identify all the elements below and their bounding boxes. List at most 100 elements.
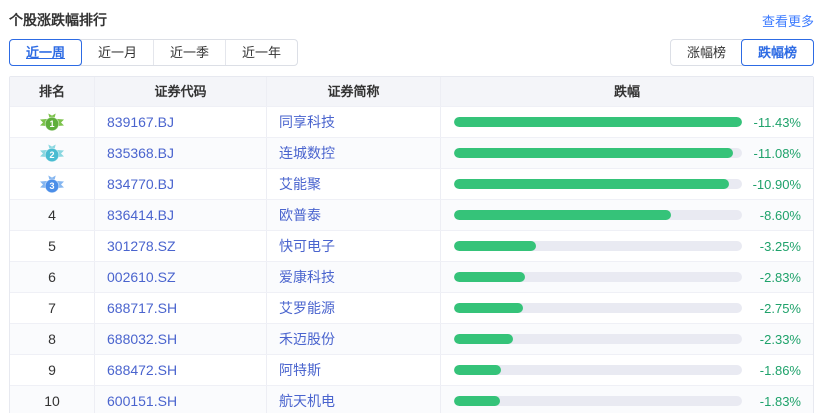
rank-cell: 3: [10, 169, 95, 199]
change-bar-track: [454, 396, 742, 406]
stock-name-link[interactable]: 阿特斯: [279, 360, 321, 380]
tab-period-quarter[interactable]: 近一季: [153, 40, 225, 65]
rank-cell: 4: [10, 200, 95, 230]
change-bar-fill: [454, 241, 536, 251]
stock-name-link[interactable]: 快可电子: [279, 236, 335, 256]
rank-number: 6: [48, 269, 56, 285]
rank-number: 7: [48, 300, 56, 316]
table-row[interactable]: 5 301278.SZ 快可电子 -3.25%: [10, 230, 813, 261]
board-tab-group: 涨幅榜 跌幅榜: [670, 39, 814, 66]
change-bar-track: [454, 148, 742, 158]
change-cell: -10.90%: [441, 169, 813, 199]
rank-medal-icon: 3: [40, 175, 64, 194]
toolbar: 近一周 近一月 近一季 近一年 涨幅榜 跌幅榜: [9, 39, 814, 66]
table-row[interactable]: 3 834770.BJ 艾能聚 -10.90%: [10, 168, 813, 199]
stock-code-link[interactable]: 688472.SH: [107, 362, 177, 378]
rank-cell: 7: [10, 293, 95, 323]
stock-code-link[interactable]: 688032.SH: [107, 331, 177, 347]
change-cell: -1.83%: [441, 386, 813, 413]
tab-period-month[interactable]: 近一月: [81, 40, 153, 65]
period-tab-group: 近一周 近一月 近一季 近一年: [9, 39, 298, 66]
rank-cell: 10: [10, 386, 95, 413]
change-percent: -3.25%: [750, 239, 801, 254]
change-percent: -1.86%: [750, 363, 801, 378]
svg-text:1: 1: [49, 119, 54, 129]
ranking-table: 排名 证券代码 证券简称 跌幅 1 839167.BJ 同享科技 -11.43%: [9, 76, 814, 413]
rank-cell: 5: [10, 231, 95, 261]
change-bar-fill: [454, 365, 501, 375]
change-bar-track: [454, 303, 742, 313]
change-cell: -2.83%: [441, 262, 813, 292]
change-bar-fill: [454, 272, 525, 282]
stock-name-link[interactable]: 连城数控: [279, 143, 335, 163]
change-percent: -2.75%: [750, 301, 801, 316]
stock-code-link[interactable]: 301278.SZ: [107, 238, 176, 254]
stock-code-link[interactable]: 600151.SH: [107, 393, 177, 409]
rank-number: 5: [48, 238, 56, 254]
change-bar-track: [454, 334, 742, 344]
stock-code-link[interactable]: 834770.BJ: [107, 176, 174, 192]
tab-period-year[interactable]: 近一年: [225, 40, 297, 65]
rank-medal-icon: 2: [40, 144, 64, 163]
rank-number: 8: [48, 331, 56, 347]
change-bar-track: [454, 179, 742, 189]
table-row[interactable]: 2 835368.BJ 连城数控 -11.08%: [10, 137, 813, 168]
column-header-rank: 排名: [10, 77, 95, 106]
stock-code-link[interactable]: 002610.SZ: [107, 269, 176, 285]
change-percent: -8.60%: [750, 208, 801, 223]
table-row[interactable]: 1 839167.BJ 同享科技 -11.43%: [10, 106, 813, 137]
table-row[interactable]: 4 836414.BJ 欧普泰 -8.60%: [10, 199, 813, 230]
change-percent: -1.83%: [750, 394, 801, 409]
table-row[interactable]: 8 688032.SH 禾迈股份 -2.33%: [10, 323, 813, 354]
rank-cell: 6: [10, 262, 95, 292]
change-cell: -11.43%: [441, 107, 813, 137]
stock-name-link[interactable]: 航天机电: [279, 391, 335, 411]
tab-losers-board[interactable]: 跌幅榜: [741, 39, 814, 66]
stock-code-link[interactable]: 688717.SH: [107, 300, 177, 316]
change-cell: -8.60%: [441, 200, 813, 230]
table-row[interactable]: 6 002610.SZ 爱康科技 -2.83%: [10, 261, 813, 292]
rank-number: 10: [44, 393, 60, 409]
change-bar-fill: [454, 396, 500, 406]
tab-period-week[interactable]: 近一周: [9, 39, 82, 66]
stock-code-link[interactable]: 836414.BJ: [107, 207, 174, 223]
view-more-link[interactable]: 查看更多: [762, 11, 814, 30]
change-bar-fill: [454, 334, 513, 344]
change-cell: -11.08%: [441, 138, 813, 168]
change-bar-fill: [454, 179, 729, 189]
table-row[interactable]: 10 600151.SH 航天机电 -1.83%: [10, 385, 813, 413]
rank-cell: 9: [10, 355, 95, 385]
change-bar-track: [454, 241, 742, 251]
stock-name-link[interactable]: 爱康科技: [279, 267, 335, 287]
change-bar-fill: [454, 303, 523, 313]
stock-name-link[interactable]: 艾能聚: [279, 174, 321, 194]
rank-cell: 8: [10, 324, 95, 354]
stock-name-link[interactable]: 禾迈股份: [279, 329, 335, 349]
stock-name-link[interactable]: 欧普泰: [279, 205, 321, 225]
section-header: 个股涨跌幅排行 查看更多: [9, 8, 814, 39]
change-percent: -2.33%: [750, 332, 801, 347]
change-percent: -2.83%: [750, 270, 801, 285]
stock-name-link[interactable]: 同享科技: [279, 112, 335, 132]
stock-name-link[interactable]: 艾罗能源: [279, 298, 335, 318]
tab-gainers-board[interactable]: 涨幅榜: [671, 40, 742, 65]
change-bar-track: [454, 117, 742, 127]
change-percent: -11.08%: [750, 146, 801, 161]
column-header-code: 证券代码: [95, 77, 267, 106]
change-bar-fill: [454, 117, 742, 127]
change-bar-fill: [454, 148, 733, 158]
rank-cell: 2: [10, 138, 95, 168]
change-percent: -10.90%: [750, 177, 801, 192]
rank-number: 4: [48, 207, 56, 223]
column-header-name: 证券简称: [267, 77, 441, 106]
stock-code-link[interactable]: 839167.BJ: [107, 114, 174, 130]
change-cell: -2.33%: [441, 324, 813, 354]
table-row[interactable]: 7 688717.SH 艾罗能源 -2.75%: [10, 292, 813, 323]
change-bar-fill: [454, 210, 671, 220]
rank-medal-icon: 1: [40, 113, 64, 132]
change-bar-track: [454, 210, 742, 220]
change-cell: -2.75%: [441, 293, 813, 323]
stock-code-link[interactable]: 835368.BJ: [107, 145, 174, 161]
svg-text:3: 3: [49, 181, 54, 191]
table-row[interactable]: 9 688472.SH 阿特斯 -1.86%: [10, 354, 813, 385]
